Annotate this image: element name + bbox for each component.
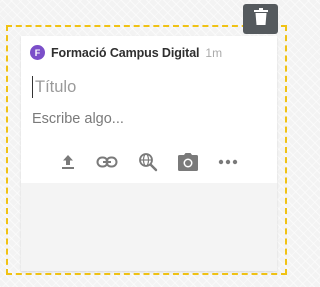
card-footer-area [21, 183, 277, 271]
camera-icon [177, 152, 199, 172]
avatar: F [30, 45, 45, 60]
link-icon [96, 155, 118, 169]
link-button[interactable] [95, 150, 119, 174]
trash-icon [253, 8, 268, 30]
body-input[interactable] [32, 108, 262, 130]
delete-button[interactable] [243, 4, 278, 34]
post-timestamp: 1m [205, 45, 223, 60]
post-composer-card: F Formació Campus Digital 1m [21, 36, 277, 271]
upload-icon [59, 153, 77, 171]
attachment-toolbar [21, 150, 277, 174]
web-search-icon [138, 152, 158, 172]
author-row: F Formació Campus Digital 1m [30, 45, 222, 60]
more-options-button[interactable] [216, 150, 240, 174]
more-icon [218, 159, 238, 165]
upload-button[interactable] [56, 150, 80, 174]
author-name: Formació Campus Digital [51, 45, 200, 60]
title-input[interactable] [32, 76, 265, 98]
camera-button[interactable] [176, 150, 200, 174]
web-search-button[interactable] [136, 150, 160, 174]
